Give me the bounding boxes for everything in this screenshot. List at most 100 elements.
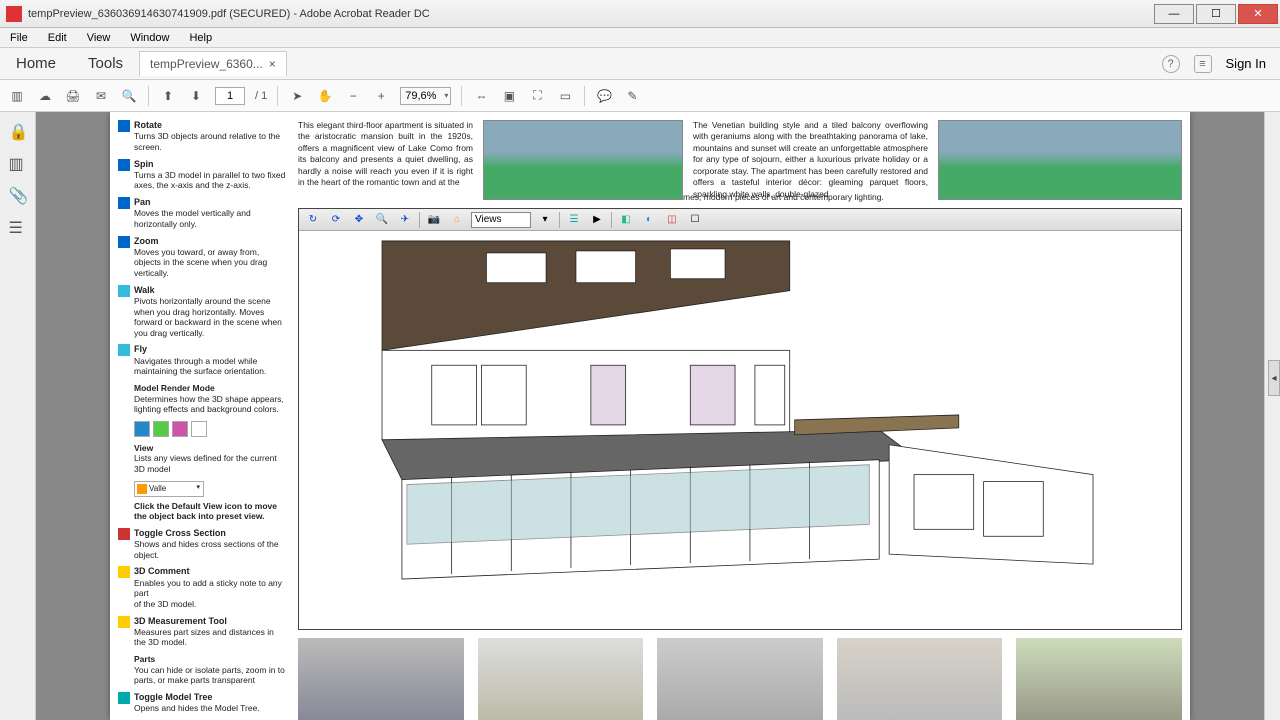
pointer-icon[interactable]: ➤ [288,87,306,105]
hand-icon[interactable]: ✋ [316,87,334,105]
desc-left: This elegant third-floor apartment is si… [298,120,473,200]
v-spin-icon[interactable]: ⟳ [327,211,345,229]
desc-right-2: mes, modern pieces of art and contempora… [683,192,1182,202]
h-comment-d: Enables you to add a sticky note to any … [134,578,282,599]
thumb-4 [837,638,1003,720]
h-pan-d: Moves the model vertically and horizonta… [134,208,251,229]
v-home-icon[interactable]: ⌂ [448,211,466,229]
toolbar: ▥ ☁ 🖨 ✉ 🔍 ⬆ ⬇ / 1 ➤ ✋ − + 79,6% ⇔ ▣ ⛶ ▭ … [0,80,1280,112]
rotate-icon [118,120,130,132]
zoom-in-icon[interactable]: + [372,87,390,105]
fit-page-icon[interactable]: ▣ [500,87,518,105]
menu-file[interactable]: File [0,32,38,44]
v-views-label: Views [475,214,502,225]
v-fly-icon[interactable]: ✈ [396,211,414,229]
menu-help[interactable]: Help [179,32,222,44]
v-shaded-icon[interactable]: ◧ [617,211,635,229]
h-view-d: Lists any views defined for the current … [134,453,277,474]
photo-top-right [938,120,1182,200]
3d-model-canvas[interactable] [299,231,1181,629]
menu-view[interactable]: View [77,32,121,44]
page-up-icon[interactable]: ⬆ [159,87,177,105]
h-measure-t: 3D Measurement Tool [134,616,288,627]
zoom-value: 79,6% [405,90,436,102]
photo-top-left [483,120,683,200]
zoom-out-icon[interactable]: − [344,87,362,105]
close-button[interactable]: ✕ [1238,4,1278,24]
page-count: / 1 [255,90,267,102]
layers-icon[interactable]: ☰ [9,218,27,236]
v-tree-icon[interactable]: ☰ [565,211,583,229]
maximize-button[interactable]: ☐ [1196,4,1236,24]
v-box-icon[interactable]: ☐ [686,211,704,229]
v-camera-icon[interactable]: 📷 [425,211,443,229]
thumb-5 [1016,638,1182,720]
h-tree-t: Toggle Model Tree [134,692,260,703]
menu-edit[interactable]: Edit [38,32,77,44]
tab-close-icon[interactable]: × [269,57,276,71]
fly-icon [118,344,130,356]
v-rotate-icon[interactable]: ↻ [304,211,322,229]
pages-panel-icon[interactable]: ▥ [9,154,27,172]
expand-right-icon[interactable]: ◂ [1268,360,1280,396]
h-spin-t: Spin [134,159,288,170]
settings-icon[interactable]: ≡ [1194,55,1212,73]
menu-window[interactable]: Window [120,32,179,44]
attachments-icon[interactable]: 📎 [9,186,27,204]
v-zoom-icon[interactable]: 🔍 [373,211,391,229]
h-walk-t: Walk [134,285,288,296]
render-mode-buttons[interactable] [134,421,288,437]
h-pan-t: Pan [134,197,288,208]
3d-viewer[interactable]: ↻ ⟳ ✥ 🔍 ✈ 📷 ⌂ Views ▾ ☰ ▶ [298,208,1182,630]
pan-icon [118,197,130,209]
h-tree-d: Opens and hides the Model Tree. [134,703,260,713]
help-icon[interactable]: ? [1162,55,1180,73]
comment-icon[interactable]: 💬 [595,87,613,105]
tab-doc-label: tempPreview_6360... [150,57,263,71]
h-render-t: Model Render Mode [134,383,215,393]
v-views-select[interactable]: Views [471,212,531,228]
zoom-select[interactable]: 79,6% [400,87,451,105]
v-pan-icon[interactable]: ✥ [350,211,368,229]
help-column: RotateTurns 3D objects around relative t… [118,120,288,720]
left-siderail: 🔒 ▥ 📎 ☰ [0,112,36,720]
v-play-icon[interactable]: ▶ [588,211,606,229]
tab-home[interactable]: Home [0,49,72,78]
page-number-input[interactable] [215,87,245,105]
h-fly-d: Navigates through a model while maintain… [134,356,266,377]
fullscreen-icon[interactable]: ⛶ [528,87,546,105]
tab-document[interactable]: tempPreview_6360... × [139,51,287,76]
view-select[interactable]: Valle [134,481,204,497]
v-light-icon[interactable]: ◐ [640,211,658,229]
print-icon[interactable]: 🖨 [64,87,82,105]
menubar: File Edit View Window Help [0,28,1280,48]
h-zoom-d: Moves you toward, or away from, objects … [134,247,267,278]
page-down-icon[interactable]: ⬇ [187,87,205,105]
fit-width-icon[interactable]: ⇔ [472,87,490,105]
h-defaultview: Click the Default View icon to move the … [134,501,277,522]
h-cross-d: Shows and hides cross sections of the ob… [134,539,279,560]
sidebar-toggle-icon[interactable]: ▥ [8,87,26,105]
h-comment-t: 3D Comment [134,566,288,577]
signin-button[interactable]: Sign In [1226,56,1266,71]
lock-icon[interactable]: 🔒 [9,122,27,140]
minimize-button[interactable]: — [1154,4,1194,24]
cloud-icon[interactable]: ☁ [36,87,54,105]
mail-icon[interactable]: ✉ [92,87,110,105]
crosssection-icon [118,528,130,540]
h-rotate-t: Rotate [134,120,288,131]
thumbnail-row [298,638,1182,720]
window-title: tempPreview_636036914630741909.pdf (SECU… [28,8,1154,20]
h-parts-d: You can hide or isolate parts, zoom in t… [134,665,285,686]
search-icon[interactable]: 🔍 [120,87,138,105]
read-mode-icon[interactable]: ▭ [556,87,574,105]
scrollbar[interactable] [1264,112,1280,720]
modeltree-icon [118,692,130,704]
v-chevron-down-icon[interactable]: ▾ [536,211,554,229]
pdf-page: RotateTurns 3D objects around relative t… [110,112,1190,720]
sign-icon[interactable]: ✎ [623,87,641,105]
tab-tools[interactable]: Tools [72,49,139,78]
h-spin-d: Turns a 3D model in parallel to two fixe… [134,170,285,191]
v-cross-icon[interactable]: ◫ [663,211,681,229]
h-measure-d: Measures part sizes and distances in the… [134,627,274,648]
